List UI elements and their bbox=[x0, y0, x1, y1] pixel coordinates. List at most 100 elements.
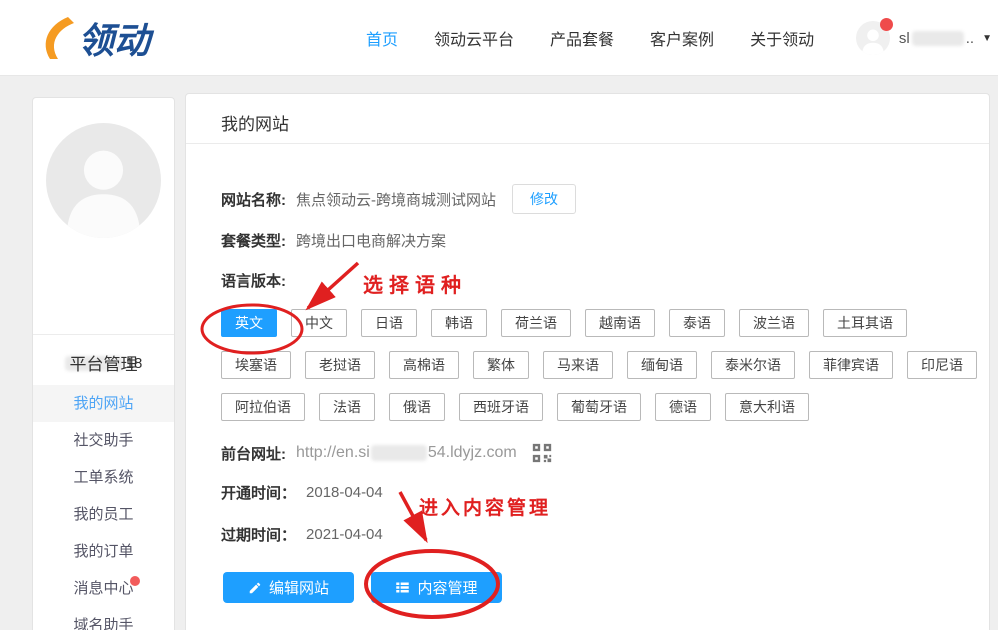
language-label-row: 语言版本: bbox=[221, 270, 286, 291]
language-button[interactable]: 韩语 bbox=[431, 309, 487, 337]
language-button[interactable]: 俄语 bbox=[389, 393, 445, 421]
nav-item-link[interactable]: 客户案例 bbox=[650, 26, 714, 50]
sidebar-item-label: 工单系统 bbox=[73, 469, 133, 486]
expire-time-label: 过期时间： bbox=[221, 524, 296, 545]
sidebar: 18 企业用户 平台管理 我的网站社交助手工单系统我的员工我的订单消息中心域名助… bbox=[32, 97, 175, 630]
sidebar-item-label: 社交助手 bbox=[73, 432, 133, 449]
nav-item-link[interactable]: 产品套餐 bbox=[550, 26, 614, 50]
chevron-down-icon: ▼ bbox=[982, 33, 992, 44]
language-button[interactable]: 繁体 bbox=[473, 351, 529, 379]
site-url-row: 前台网址: http://en.si 54.ldyjz.com bbox=[221, 440, 553, 466]
edit-site-button[interactable]: 编辑网站 bbox=[223, 572, 354, 603]
language-button[interactable]: 土耳其语 bbox=[823, 309, 907, 337]
language-button[interactable]: 西班牙语 bbox=[459, 393, 543, 421]
site-name-row: 网站名称: 焦点领动云-跨境商城测试网站 修改 bbox=[221, 184, 576, 214]
modify-button[interactable]: 修改 bbox=[512, 184, 576, 214]
sidebar-item-label: 消息中心 bbox=[73, 580, 133, 597]
package-value: 跨境出口电商解决方案 bbox=[296, 230, 446, 251]
language-button[interactable]: 德语 bbox=[655, 393, 711, 421]
notification-dot bbox=[880, 18, 893, 31]
page-title: 我的网站 bbox=[221, 110, 289, 135]
title-divider bbox=[186, 143, 989, 144]
action-label: 编辑网站 bbox=[269, 577, 329, 598]
pencil-icon bbox=[248, 581, 262, 595]
sidebar-menu: 我的网站社交助手工单系统我的员工我的订单消息中心域名助手 bbox=[33, 385, 174, 630]
list-icon bbox=[395, 580, 410, 595]
content-manage-button[interactable]: 内容管理 bbox=[371, 572, 502, 603]
language-button[interactable]: 埃塞语 bbox=[221, 351, 291, 379]
language-label: 语言版本: bbox=[221, 270, 286, 291]
sidebar-item-label: 我的员工 bbox=[73, 506, 133, 523]
my-website-panel: 我的网站 网站名称: 焦点领动云-跨境商城测试网站 修改 套餐类型: 跨境出口电… bbox=[185, 93, 990, 630]
nav-item-active[interactable]: 首页 bbox=[366, 26, 398, 50]
url-suffix: 54.ldyjz.com bbox=[428, 444, 517, 462]
site-name-label: 网站名称: bbox=[221, 189, 286, 210]
sidebar-item[interactable]: 域名助手 bbox=[33, 607, 174, 630]
action-buttons: 编辑网站 内容管理 bbox=[223, 572, 502, 603]
user-menu[interactable]: sl .. ▼ bbox=[856, 0, 992, 76]
open-time-label: 开通时间： bbox=[221, 482, 296, 503]
site-url-value: http://en.si 54.ldyjz.com bbox=[296, 444, 517, 462]
expire-time-value: 2021-04-04 bbox=[306, 526, 383, 543]
logo-text: 领动 bbox=[78, 20, 155, 61]
url-blur bbox=[371, 445, 427, 461]
package-row: 套餐类型: 跨境出口电商解决方案 bbox=[221, 230, 446, 251]
language-row-3: 阿拉伯语法语俄语西班牙语葡萄牙语德语意大利语 bbox=[221, 393, 809, 421]
profile-avatar bbox=[46, 123, 161, 238]
username: sl .. bbox=[899, 30, 974, 47]
language-button[interactable]: 高棉语 bbox=[389, 351, 459, 379]
language-button[interactable]: 英文 bbox=[221, 309, 277, 337]
sidebar-item[interactable]: 社交助手 bbox=[33, 422, 174, 459]
logo-swoosh bbox=[46, 17, 74, 59]
language-button[interactable]: 越南语 bbox=[585, 309, 655, 337]
sidebar-item[interactable]: 消息中心 bbox=[33, 570, 174, 607]
sidebar-section-title: 平台管理 bbox=[33, 350, 174, 375]
language-row-1: 英文中文日语韩语荷兰语越南语泰语波兰语土耳其语 bbox=[221, 309, 907, 337]
expire-time-row: 过期时间： 2021-04-04 bbox=[221, 524, 383, 545]
sidebar-item[interactable]: 工单系统 bbox=[33, 459, 174, 496]
user-avatar bbox=[856, 21, 890, 55]
language-button[interactable]: 阿拉伯语 bbox=[221, 393, 305, 421]
language-button[interactable]: 荷兰语 bbox=[501, 309, 571, 337]
site-name-value: 焦点领动云-跨境商城测试网站 bbox=[296, 189, 496, 210]
sidebar-item-label: 我的订单 bbox=[73, 543, 133, 560]
language-button[interactable]: 菲律宾语 bbox=[809, 351, 893, 379]
language-button[interactable]: 葡萄牙语 bbox=[557, 393, 641, 421]
notification-dot bbox=[130, 576, 140, 586]
brand-logo[interactable]: 领动 bbox=[36, 9, 186, 67]
nav-item-link[interactable]: 关于领动 bbox=[750, 26, 814, 50]
action-label: 内容管理 bbox=[417, 577, 477, 598]
language-button[interactable]: 泰语 bbox=[669, 309, 725, 337]
language-button[interactable]: 泰米尔语 bbox=[711, 351, 795, 379]
url-prefix: http://en.si bbox=[296, 444, 370, 462]
sidebar-divider bbox=[33, 334, 174, 335]
language-button[interactable]: 意大利语 bbox=[725, 393, 809, 421]
sidebar-item-label: 域名助手 bbox=[73, 617, 133, 630]
sidebar-item-label: 我的网站 bbox=[73, 395, 133, 412]
header-nav: 首页 领动云平台 产品套餐 客户案例 关于领动 bbox=[366, 0, 814, 76]
sidebar-item[interactable]: 我的网站 bbox=[33, 385, 174, 422]
language-button[interactable]: 老挝语 bbox=[305, 351, 375, 379]
site-url-label: 前台网址: bbox=[221, 443, 286, 464]
username-suffix: .. bbox=[966, 30, 974, 47]
language-button[interactable]: 缅甸语 bbox=[627, 351, 697, 379]
username-prefix: sl bbox=[899, 30, 910, 47]
sidebar-item[interactable]: 我的订单 bbox=[33, 533, 174, 570]
language-button[interactable]: 中文 bbox=[291, 309, 347, 337]
open-time-value: 2018-04-04 bbox=[306, 484, 383, 501]
language-button[interactable]: 法语 bbox=[319, 393, 375, 421]
nav-item-link[interactable]: 领动云平台 bbox=[434, 26, 514, 50]
top-navbar: 领动 首页 领动云平台 产品套餐 客户案例 关于领动 sl .. ▼ bbox=[0, 0, 998, 76]
sidebar-item[interactable]: 我的员工 bbox=[33, 496, 174, 533]
username-blur bbox=[912, 31, 964, 46]
avatar-icon bbox=[46, 123, 161, 238]
language-button[interactable]: 印尼语 bbox=[907, 351, 977, 379]
page: 领动 首页 领动云平台 产品套餐 客户案例 关于领动 sl .. ▼ bbox=[0, 0, 998, 630]
language-button[interactable]: 马来语 bbox=[543, 351, 613, 379]
open-time-row: 开通时间： 2018-04-04 bbox=[221, 482, 383, 503]
language-button[interactable]: 日语 bbox=[361, 309, 417, 337]
language-button[interactable]: 波兰语 bbox=[739, 309, 809, 337]
package-label: 套餐类型: bbox=[221, 230, 286, 251]
language-row-2: 埃塞语老挝语高棉语繁体马来语缅甸语泰米尔语菲律宾语印尼语 bbox=[221, 351, 977, 379]
qr-code-icon[interactable] bbox=[531, 442, 553, 464]
